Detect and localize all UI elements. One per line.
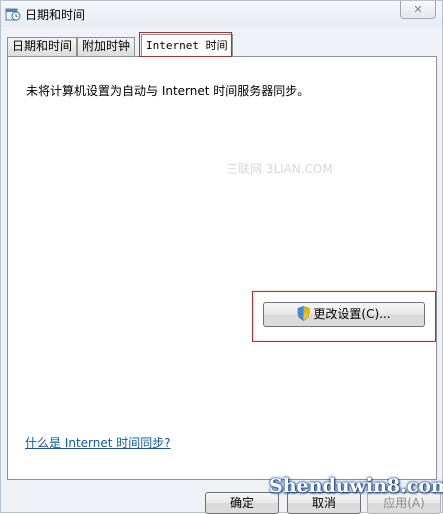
change-settings-label: 更改设置(C)... [313, 307, 391, 321]
ok-button[interactable]: 确定 [205, 492, 279, 514]
date-time-dialog: 日期和时间 ✕ 日期和时间 附加时钟 Internet 时间 未将计算机设置为自… [0, 0, 443, 514]
title-bar: 日期和时间 ✕ [1, 1, 442, 27]
sync-status-text: 未将计算机设置为自动与 Internet 时间服务器同步。 [26, 84, 310, 98]
uac-shield-icon [298, 306, 310, 321]
close-button[interactable]: ✕ [400, 1, 436, 19]
close-icon: ✕ [413, 3, 423, 16]
window-title: 日期和时间 [25, 8, 86, 22]
tab-additional-clocks[interactable]: 附加时钟 [77, 37, 136, 56]
watermark-shenduwin8: Shenduwin8.com [269, 475, 443, 497]
internet-time-panel: 未将计算机设置为自动与 Internet 时间服务器同步。 三联网 3LIAN.… [7, 56, 437, 480]
internet-time-help-link[interactable]: 什么是 Internet 时间同步? [25, 434, 171, 451]
watermark-3lian: 三联网 3LIAN.COM [226, 162, 333, 176]
tab-internet-time[interactable]: Internet 时间 [141, 34, 233, 57]
tab-date-and-time[interactable]: 日期和时间 [7, 37, 78, 56]
change-settings-button[interactable]: 更改设置(C)... [263, 302, 425, 327]
clock-calendar-icon [5, 8, 21, 21]
